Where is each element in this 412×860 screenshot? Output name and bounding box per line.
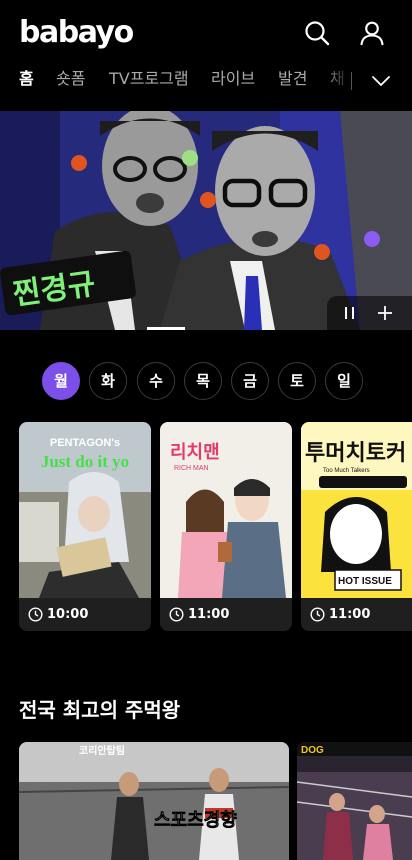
nav-tab-shortform[interactable]: 숏폼 [56, 68, 85, 90]
thumb-caption: DOG [301, 745, 324, 756]
thumb-caption: PENTAGON's [50, 437, 120, 449]
chevron-down-icon[interactable] [370, 70, 392, 92]
plus-icon[interactable] [374, 302, 396, 324]
thumb-caption: Just do it yo [41, 452, 129, 471]
clock-icon [169, 607, 184, 622]
search-icon[interactable] [304, 20, 330, 46]
video-thumbnail: DOG [297, 742, 412, 860]
nav-fade-overlay [322, 64, 362, 98]
video-thumbnail: 코리안탑팀 스포츠경향 [19, 742, 289, 860]
day-button-tue[interactable]: 화 [89, 362, 127, 400]
section-title: 전국 최고의 주먹왕 [19, 698, 181, 722]
user-icon[interactable] [359, 20, 385, 46]
clock-icon [310, 607, 325, 622]
nav-tab-discover[interactable]: 발견 [278, 68, 307, 90]
category-nav: 홈 숏폼 TV프로그램 라이브 발견 채 [0, 64, 412, 98]
thumb-caption: HOT ISSUE [338, 576, 392, 587]
banner-slide-indicator [147, 327, 185, 330]
thumb-caption: Too Much Talkers [323, 468, 370, 474]
day-button-mon[interactable]: 월 [42, 362, 80, 400]
schedule-card[interactable]: PENTAGON's Just do it yo 10:00 [19, 422, 151, 631]
nav-tab-live[interactable]: 라이브 [211, 68, 255, 90]
schedule-card[interactable]: 투머치토커 Too Much Talkers HOT ISSUE 11:00 [301, 422, 412, 631]
video-card[interactable]: 코리안탑팀 스포츠경향 [19, 742, 289, 860]
thumb-caption: 리치맨 [170, 442, 220, 463]
clock-icon [28, 607, 43, 622]
nav-tab-tv-program[interactable]: TV프로그램 [109, 68, 189, 90]
thumb-caption: RICH MAN [174, 465, 209, 472]
banner-controls [327, 296, 412, 330]
day-button-sun[interactable]: 일 [325, 362, 363, 400]
schedule-card[interactable]: 리치맨 RICH MAN 11:00 [160, 422, 292, 631]
thumb-caption: 코리안탑팀 [79, 744, 125, 757]
schedule-thumbnail: PENTAGON's Just do it yo [19, 422, 151, 598]
day-button-thu[interactable]: 목 [184, 362, 222, 400]
schedule-thumbnail: 리치맨 RICH MAN [160, 422, 292, 598]
schedule-time-label: 11:00 [329, 607, 371, 622]
nav-tab-home[interactable]: 홈 [19, 68, 34, 90]
schedule-time-label: 11:00 [188, 607, 230, 622]
nav-divider [351, 72, 352, 90]
day-button-wed[interactable]: 수 [137, 362, 175, 400]
thumb-caption: 스포츠경향 [154, 810, 237, 831]
thumb-caption: 투머치토커 [305, 441, 406, 466]
pause-icon[interactable] [339, 302, 361, 324]
app-header: babayo [0, 0, 412, 64]
babayo-logo[interactable]: babayo [19, 14, 134, 52]
schedule-time-label: 10:00 [47, 607, 89, 622]
video-card[interactable]: DOG [297, 742, 412, 860]
schedule-thumbnail: 투머치토커 Too Much Talkers HOT ISSUE [301, 422, 412, 598]
day-button-sat[interactable]: 토 [278, 362, 316, 400]
day-button-fri[interactable]: 금 [231, 362, 269, 400]
